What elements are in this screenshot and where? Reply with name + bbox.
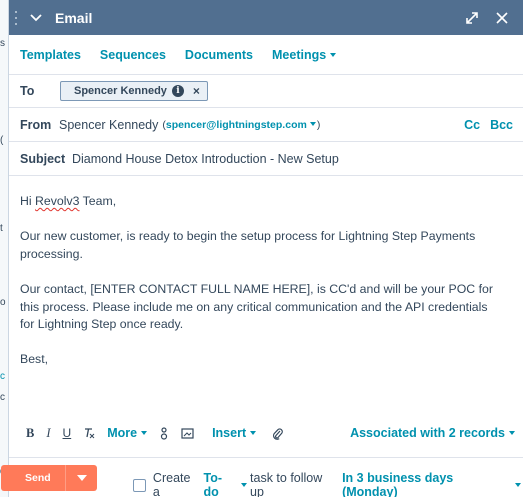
caret-down-icon [76,475,87,481]
from-row: From Spencer Kennedy (spencer@lightnings… [9,108,523,142]
expand-icon[interactable] [461,7,483,29]
bcc-button[interactable]: Bcc [490,118,513,132]
image-button[interactable] [181,427,194,439]
followup-task-option: Create a To-do task to follow up In 3 bu… [133,471,523,497]
task-type-dropdown[interactable]: To-do [203,471,248,497]
tab-documents[interactable]: Documents [185,48,253,62]
close-icon[interactable] [491,7,513,29]
composer-footer: Send Create a To-do task to follow up In… [1,457,523,497]
create-task-checkbox[interactable] [133,478,146,492]
info-icon[interactable]: i [171,85,184,97]
background-text-fragment: t [0,223,3,234]
caret-down-icon [241,483,248,487]
tab-meetings[interactable]: Meetings [272,47,337,62]
subject-label: Subject [20,151,66,166]
attach-button[interactable] [272,427,283,440]
task-text: Create a [152,471,191,497]
from-name: Spencer Kennedy [59,117,159,132]
image-icon [181,427,194,439]
composer-header: Email [9,0,523,35]
remove-recipient-icon[interactable]: × [193,84,200,98]
recipient-chip[interactable]: Spencer Kennedy i × [60,81,208,101]
task-type-label: To-do [203,471,223,497]
background-text-fragment: ( [0,135,4,146]
insert-dropdown[interactable]: Insert [212,426,257,440]
greeting-text: Hi [20,194,36,208]
task-due-label: In 3 business days (Monday) [342,471,454,497]
task-text: task to follow up [250,471,323,497]
associated-label: Associated with 2 records [350,426,505,440]
caret-down-icon [250,431,257,435]
greeting-line: Hi Revolv3 Team, [20,193,116,211]
signoff: Best, [20,352,49,366]
task-due-dropdown[interactable]: In 3 business days (Monday) [342,471,522,497]
associated-records-dropdown[interactable]: Associated with 2 records [350,426,515,440]
background-page-strip [0,0,8,497]
caret-down-icon [509,431,515,435]
subject-input[interactable]: Diamond House Detox Introduction - New S… [72,152,339,166]
caret-down-icon [330,52,337,57]
personalization-button[interactable] [159,426,169,440]
tab-sequences[interactable]: Sequences [100,48,166,62]
cc-bcc-group: Cc Bcc [464,118,513,132]
subject-row: Subject Diamond House Detox Introduction… [9,142,523,176]
tab-label: Documents [184,47,253,62]
tab-templates[interactable]: Templates [20,48,81,62]
misspelled-word: Revolv3 [35,194,80,208]
bold-button[interactable]: B [26,426,34,441]
more-dropdown[interactable]: More [107,426,148,440]
background-text-fragment: o [0,297,6,308]
to-row: To Spencer Kennedy i × [9,75,523,108]
personalize-icon [160,426,168,440]
send-button-group: Send [1,465,97,491]
from-label: From [20,117,52,132]
body-paragraph: Our contact, [ENTER CONTACT FULL NAME HE… [20,282,493,331]
tab-label: Sequences [99,47,166,62]
underline-button[interactable]: U [63,426,72,440]
background-text-fragment: s [0,38,5,49]
caret-down-icon [141,431,148,435]
insert-label: Insert [212,426,247,440]
tab-label: Templates [20,47,81,62]
send-options-dropdown[interactable] [65,465,97,491]
paren-close: ) [316,118,321,131]
send-button[interactable]: Send [1,472,65,484]
greeting-text: Team, [79,194,117,208]
drag-handle-icon[interactable] [15,9,21,27]
caret-down-icon [515,483,522,487]
composer-tabs: Templates Sequences Documents Meetings [9,35,523,75]
to-label: To [20,84,35,98]
paperclip-icon [273,427,283,440]
clear-format-icon [85,428,95,439]
caret-down-icon[interactable] [309,122,316,126]
composer-title: Email [55,9,93,26]
recipient-name: Spencer Kennedy [74,85,167,97]
cc-button[interactable]: Cc [464,118,480,132]
clear-format-button[interactable] [83,427,95,439]
formatting-toolbar: B I U More Insert Associated with 2 reco… [20,422,515,444]
italic-button[interactable]: I [46,426,50,441]
chevron-down-icon[interactable] [29,11,43,25]
from-email-select[interactable]: spencer@lightningstep.com [166,119,307,131]
more-label: More [107,426,138,440]
tab-label: Meetings [272,47,327,62]
background-text-fragment: c [0,392,5,403]
background-text-fragment: c [0,371,5,382]
body-paragraph: Our new customer, is ready to begin the … [20,229,476,261]
email-composer-panel: Email Templates Sequences Documents Meet… [1,0,523,497]
